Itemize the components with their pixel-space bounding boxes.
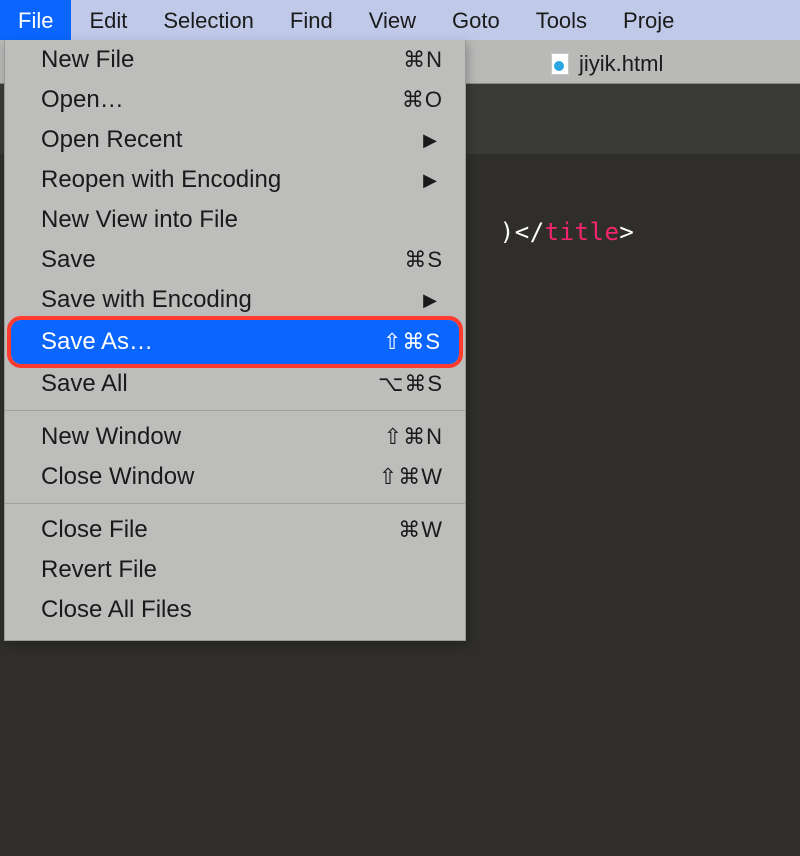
- menubar-label: Tools: [536, 8, 587, 33]
- menu-item-shortcut: ⌘N: [333, 47, 443, 73]
- tab-filename: jiyik.html: [579, 51, 663, 77]
- menu-item-close-all-files[interactable]: Close All Files: [5, 590, 465, 630]
- menu-item-label: Open Recent: [41, 126, 333, 154]
- menubar-item-find[interactable]: Find: [272, 0, 351, 40]
- menubar-label: Selection: [163, 8, 254, 33]
- menubar-item-edit[interactable]: Edit: [71, 0, 145, 40]
- menubar-label: Goto: [452, 8, 500, 33]
- menu-item-save-as[interactable]: Save As… ⇧⌘S: [11, 320, 459, 364]
- menu-item-label: New Window: [41, 423, 333, 451]
- menu-item-shortcut: ⇧⌘W: [333, 464, 443, 490]
- menu-item-shortcut: ⇧⌘S: [331, 329, 441, 355]
- menu-item-new-window[interactable]: New Window ⇧⌘N: [5, 417, 465, 457]
- menu-item-label: Save: [41, 246, 333, 274]
- menu-item-label: Save All: [41, 370, 333, 398]
- code-line: )</title>: [440, 190, 634, 274]
- menu-item-reopen-with-encoding[interactable]: Reopen with Encoding ▶: [5, 160, 465, 200]
- menu-item-label: Close Window: [41, 463, 333, 491]
- submenu-arrow-icon: ▶: [333, 290, 443, 311]
- menubar-label: View: [369, 8, 416, 33]
- menu-item-label: New File: [41, 46, 333, 74]
- menu-item-label: Close File: [41, 516, 333, 544]
- menubar-label: Proje: [623, 8, 674, 33]
- menu-item-label: Save As…: [41, 328, 331, 356]
- menu-item-new-file[interactable]: New File ⌘N: [5, 40, 465, 80]
- menubar-label: Find: [290, 8, 333, 33]
- menubar-item-view[interactable]: View: [351, 0, 434, 40]
- menu-item-shortcut: ⇧⌘N: [333, 424, 443, 450]
- file-menu-dropdown: New File ⌘N Open… ⌘O Open Recent ▶ Reope…: [4, 40, 466, 641]
- menubar: File Edit Selection Find View Goto Tools…: [0, 0, 800, 40]
- code-token-tag: title: [545, 218, 620, 246]
- menubar-label: File: [18, 8, 53, 33]
- menu-separator: [5, 503, 465, 504]
- menu-item-label: Open…: [41, 86, 333, 114]
- code-token-plain: >: [619, 218, 634, 246]
- submenu-arrow-icon: ▶: [333, 170, 443, 191]
- menubar-item-tools[interactable]: Tools: [518, 0, 605, 40]
- menu-item-close-file[interactable]: Close File ⌘W: [5, 510, 465, 550]
- menu-item-save[interactable]: Save ⌘S: [5, 240, 465, 280]
- menu-separator: [5, 410, 465, 411]
- html-file-icon: [551, 53, 569, 75]
- menu-item-new-view-into-file[interactable]: New View into File: [5, 200, 465, 240]
- menu-item-label: Revert File: [41, 556, 333, 584]
- menu-item-save-with-encoding[interactable]: Save with Encoding ▶: [5, 280, 465, 320]
- menu-item-shortcut: ⌘O: [333, 87, 443, 113]
- menubar-item-selection[interactable]: Selection: [145, 0, 272, 40]
- submenu-arrow-icon: ▶: [333, 130, 443, 151]
- menu-item-shortcut: ⌘W: [333, 517, 443, 543]
- code-token-plain: )</: [500, 218, 545, 246]
- menu-item-shortcut: ⌘S: [333, 247, 443, 273]
- menu-item-label: Close All Files: [41, 596, 333, 624]
- menu-item-label: Save with Encoding: [41, 286, 333, 314]
- menu-item-save-all[interactable]: Save All ⌥⌘S: [5, 364, 465, 404]
- menu-item-label: New View into File: [41, 206, 333, 234]
- menu-item-label: Reopen with Encoding: [41, 166, 333, 194]
- menu-item-open[interactable]: Open… ⌘O: [5, 80, 465, 120]
- menu-item-revert-file[interactable]: Revert File: [5, 550, 465, 590]
- menubar-item-project[interactable]: Proje: [605, 0, 692, 40]
- menubar-item-goto[interactable]: Goto: [434, 0, 518, 40]
- menubar-item-file[interactable]: File: [0, 0, 71, 40]
- menu-item-open-recent[interactable]: Open Recent ▶: [5, 120, 465, 160]
- editor-tab[interactable]: jiyik.html: [525, 46, 689, 82]
- menu-item-shortcut: ⌥⌘S: [333, 371, 443, 397]
- menubar-label: Edit: [89, 8, 127, 33]
- menu-item-close-window[interactable]: Close Window ⇧⌘W: [5, 457, 465, 497]
